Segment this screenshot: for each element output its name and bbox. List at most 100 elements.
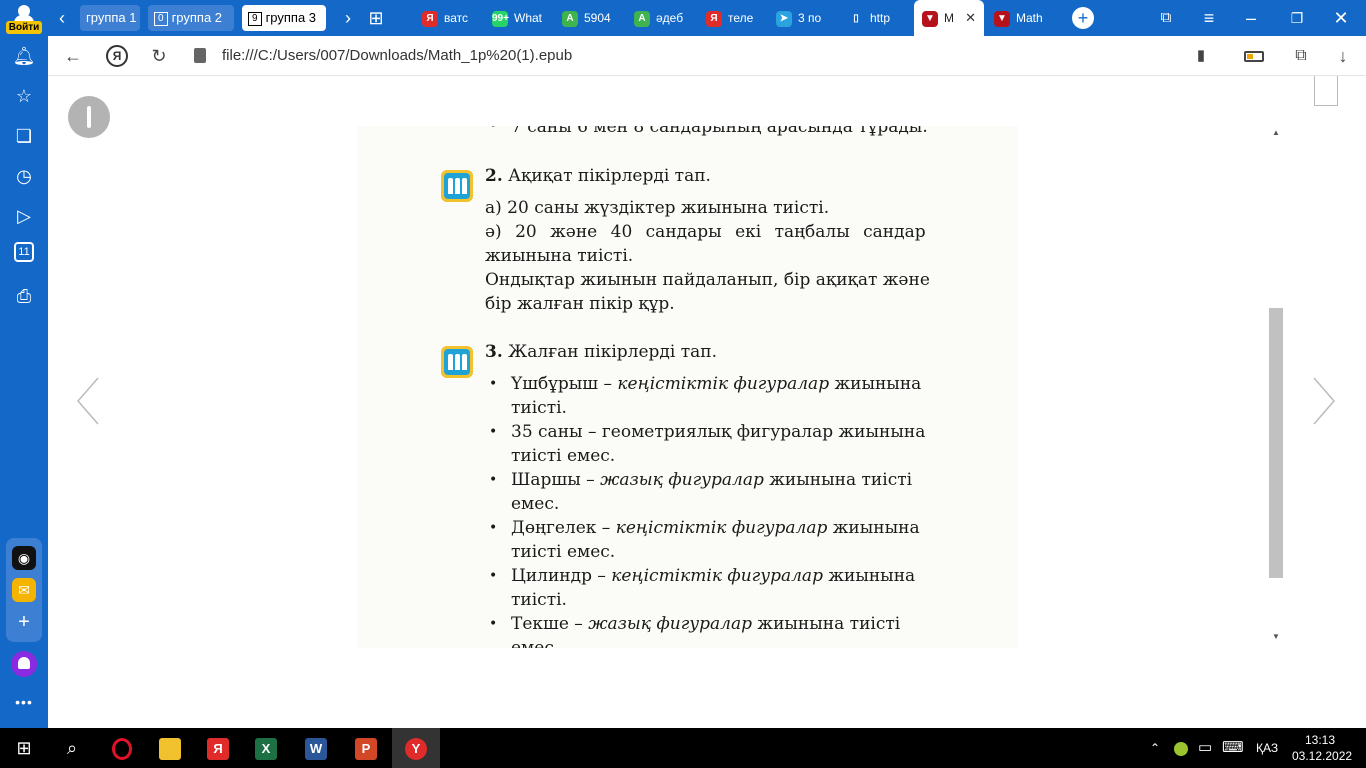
close-tab-icon[interactable]: ✕ <box>965 0 976 36</box>
tab-title: M <box>944 11 954 25</box>
page-bookmark-icon[interactable] <box>1314 76 1338 106</box>
clock-date: 03.12.2022 <box>1292 749 1353 763</box>
calendar-icon[interactable]: 11 <box>14 242 34 262</box>
prev-page-arrow[interactable] <box>76 376 100 426</box>
powerpoint-icon[interactable]: P <box>342 728 390 768</box>
yandex-app-icon[interactable]: Y <box>392 728 440 768</box>
new-group-icon[interactable]: ⊞ <box>364 0 388 36</box>
scroll-down-arrow[interactable]: ▼ <box>1272 632 1280 641</box>
yandex-button[interactable]: Я <box>106 45 128 67</box>
back-arrow-icon[interactable]: ← <box>58 36 88 76</box>
battery-saver-icon[interactable] <box>1244 51 1264 62</box>
bullet: • <box>489 376 498 392</box>
tab-group-2[interactable]: 0 группа 2 <box>148 5 234 31</box>
collections-icon[interactable]: ❏ <box>10 122 38 150</box>
browser-tab[interactable]: ➤ 3 по <box>768 4 837 32</box>
tab-title: What <box>514 11 543 25</box>
new-tab-button[interactable]: + <box>1072 7 1094 29</box>
extensions-icon[interactable]: ⧉ <box>1286 36 1316 76</box>
bell-icon[interactable]: 🔔︎ <box>10 42 38 70</box>
tray-chevron-icon[interactable]: ⌃ <box>1150 728 1160 768</box>
language-indicator[interactable]: ҚАЗ <box>1256 728 1278 768</box>
scrollbar-thumb[interactable] <box>1269 308 1283 578</box>
browser-tab[interactable]: 99+ What <box>484 4 553 32</box>
login-label: Войти <box>6 21 42 34</box>
mail-icon[interactable]: ✉ <box>12 578 36 602</box>
minimize-icon[interactable]: – <box>1240 0 1262 36</box>
task2-line: а) 20 саны жүздіктер жиынына тиісті. <box>485 198 830 218</box>
browser-tab[interactable]: Aәдеб <box>626 4 695 32</box>
task2-heading: 2. Ақиқат пікірлерді тап. <box>485 166 711 186</box>
clock[interactable]: 13:13 03.12.2022 <box>1292 732 1353 764</box>
file-explorer-icon[interactable] <box>146 728 194 768</box>
windows-start-icon[interactable]: ⊞ <box>0 728 48 768</box>
tab-title: 5904 <box>584 11 611 25</box>
history-icon[interactable]: ◷ <box>10 162 38 190</box>
statement-text: Шаршы – <box>511 470 601 490</box>
bullet: • <box>489 424 498 440</box>
keyboard-icon[interactable]: ⌨ <box>1222 728 1244 768</box>
browser-tab[interactable]: A 5904 <box>554 4 623 32</box>
task3-number: 3. <box>485 342 503 362</box>
opera-icon[interactable] <box>98 728 146 768</box>
app-icon-black[interactable]: ◉ <box>12 546 36 570</box>
bullet: • <box>489 126 498 134</box>
tab-favicon-icon: 99+ <box>492 10 509 27</box>
browser-tab[interactable]: Ятеле <box>698 4 767 32</box>
reload-icon[interactable]: ↻ <box>144 36 174 76</box>
word-icon[interactable]: W <box>292 728 340 768</box>
tab-favicon-icon: ▼ <box>922 10 938 27</box>
url-field[interactable]: file:///C:/Users/007/Downloads/Math_1p%2… <box>222 36 572 76</box>
statement-line: Үшбұрыш – кеңістіктік фигуралар жиынына <box>511 374 921 394</box>
chevron-left-icon[interactable]: ‹ <box>52 0 72 36</box>
browser-tab[interactable]: ▯ http <box>840 4 909 32</box>
excel-icon[interactable]: X <box>242 728 290 768</box>
tab-favicon-icon: A <box>634 10 650 27</box>
tab-title: http <box>870 11 891 25</box>
group-work-icon <box>441 346 473 378</box>
statement-line: 35 саны – геометриялық фигуралар жиынына <box>511 422 925 442</box>
statement-text: жиынына <box>827 518 920 538</box>
tray-app-icon[interactable] <box>1174 728 1188 768</box>
search-icon[interactable]: ⌕ <box>48 728 96 768</box>
menu-icon[interactable]: ≡ <box>1198 0 1220 36</box>
tab-title: әдеб <box>656 11 684 25</box>
more-icon[interactable]: ••• <box>10 688 38 716</box>
play-icon[interactable]: ▷ <box>10 202 38 230</box>
yandex-browser-icon[interactable]: Я <box>194 728 242 768</box>
tab-favicon-icon: ➤ <box>776 10 792 27</box>
reader-menu-button[interactable] <box>68 96 110 138</box>
alice-assistant-icon[interactable] <box>11 651 37 677</box>
scroll-up-arrow[interactable]: ▲ <box>1272 128 1280 137</box>
close-window-icon[interactable]: ✕ <box>1330 0 1352 36</box>
statement-text: жиынына тиісті <box>752 614 901 634</box>
tabs-list-icon[interactable]: ⧉ <box>1155 0 1177 36</box>
tab-title: теле <box>728 11 754 25</box>
sidebar-apps-group: ◉ ✉ + <box>6 538 42 642</box>
chevron-right-icon[interactable]: › <box>338 0 358 36</box>
browser-tab[interactable]: Яватс <box>414 4 483 32</box>
tab-favicon-icon: Я <box>706 10 722 27</box>
download-icon[interactable]: ↓ <box>1328 36 1358 76</box>
bookmark-icon[interactable]: ▮ <box>1186 36 1216 76</box>
task2-line: бір жалған пікір құр. <box>485 294 675 314</box>
tab-group-3[interactable]: 9 группа 3 <box>242 5 326 31</box>
task2-line: Ондықтар жиынын пайдаланып, бір ақиқат ж… <box>485 270 930 290</box>
add-app-icon[interactable]: + <box>12 610 36 634</box>
restore-icon[interactable]: ❐ <box>1286 0 1308 36</box>
file-icon <box>194 48 206 63</box>
next-page-arrow[interactable] <box>1312 376 1336 426</box>
browser-tab[interactable]: ▼ M ✕ <box>914 0 984 36</box>
tab-group-count: 0 <box>154 11 168 26</box>
tab-favicon-icon: A <box>562 10 578 27</box>
statement-text: Дөңгелек – <box>511 518 616 538</box>
notifications-tray-icon[interactable]: ▭ <box>1198 728 1212 768</box>
book-page: • 7 саны 6 мен 8 сандарының арасында тұр… <box>357 126 1018 648</box>
star-icon[interactable]: ☆ <box>10 82 38 110</box>
screenshot-icon[interactable]: ⎙ <box>10 282 38 310</box>
tab-group-1[interactable]: группа 1 <box>80 5 140 31</box>
task2-title: Ақиқат пікірлерді тап. <box>508 166 711 186</box>
login-button[interactable]: Войти <box>6 4 42 34</box>
tab-group-label: группа 1 <box>86 10 137 25</box>
browser-tab[interactable]: ▼ Math <box>986 4 1055 32</box>
